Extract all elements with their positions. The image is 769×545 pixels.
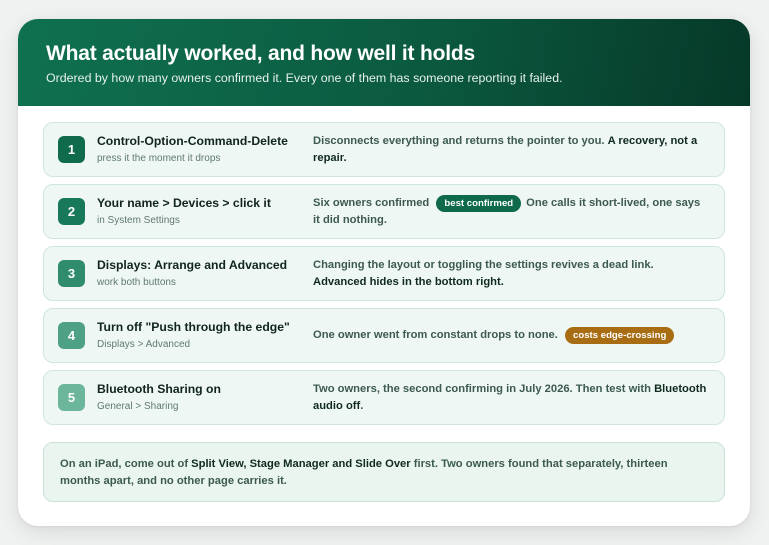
fix-description: Disconnects everything and returns the p… (313, 133, 710, 167)
fix-title: Turn off "Push through the edge" (97, 320, 290, 334)
card-header: What actually worked, and how well it ho… (18, 19, 750, 106)
rank-badge: 4 (58, 322, 85, 349)
rank-badge: 1 (58, 136, 85, 163)
note-emphasis: Split View, Stage Manager and Slide Over (191, 458, 411, 470)
desc-emphasis: Advanced hides in the bottom right. (313, 275, 504, 288)
fix-subtitle: press it the moment it drops (97, 153, 221, 164)
best-confirmed-badge: best confirmed (436, 194, 522, 212)
fix-heading: Your name > Devices > click it in System… (97, 196, 313, 227)
fix-heading: Displays: Arrange and Advanced work both… (97, 258, 313, 289)
fix-description: Two owners, the second confirming in Jul… (313, 381, 710, 415)
tradeoff-badge: costs edge-crossing (565, 327, 675, 344)
desc-text: Six owners confirmed (313, 196, 430, 209)
desc-text: Changing the layout or toggling the sett… (313, 258, 654, 271)
desc-text: Two owners, the second confirming in Jul… (313, 382, 655, 395)
fix-heading: Bluetooth Sharing on General > Sharing (97, 382, 313, 413)
fix-title: Bluetooth Sharing on (97, 382, 221, 396)
desc-text: Disconnects everything and returns the p… (313, 134, 608, 147)
note-text: On an iPad, come out of (60, 458, 192, 470)
fix-subtitle: General > Sharing (97, 401, 179, 412)
desc-text-2: . (360, 399, 364, 412)
fix-row-5: 5 Bluetooth Sharing on General > Sharing… (43, 370, 725, 425)
fix-heading: Turn off "Push through the edge" Display… (97, 320, 313, 351)
rank-badge: 2 (58, 198, 85, 225)
rank-badge: 3 (58, 260, 85, 287)
fix-subtitle: in System Settings (97, 215, 180, 226)
fix-heading: Control-Option-Command-Delete press it t… (97, 134, 313, 165)
fix-subtitle: Displays > Advanced (97, 339, 191, 350)
guide-card: What actually worked, and how well it ho… (18, 19, 750, 526)
ipad-note: On an iPad, come out of Split View, Stag… (43, 442, 725, 502)
desc-text: One owner went from constant drops to no… (313, 329, 558, 341)
fix-row-1: 1 Control-Option-Command-Delete press it… (43, 122, 725, 177)
page-subtitle: Ordered by how many owners confirmed it.… (46, 71, 563, 85)
fix-title: Displays: Arrange and Advanced (97, 258, 288, 272)
fix-description: One owner went from constant drops to no… (313, 327, 710, 344)
rank-badge: 5 (58, 384, 85, 411)
fix-row-3: 3 Displays: Arrange and Advanced work bo… (43, 246, 725, 301)
fix-row-4: 4 Turn off "Push through the edge" Displ… (43, 308, 725, 363)
fix-list: 1 Control-Option-Command-Delete press it… (18, 106, 750, 425)
fix-subtitle: work both buttons (97, 277, 176, 288)
fix-title: Your name > Devices > click it (97, 196, 271, 210)
fix-description: Changing the layout or toggling the sett… (313, 257, 710, 291)
fix-description: Six owners confirmed best confirmed One c… (313, 194, 710, 229)
page-title: What actually worked, and how well it ho… (46, 42, 475, 65)
fix-title: Control-Option-Command-Delete (97, 134, 288, 148)
fix-row-2: 2 Your name > Devices > click it in Syst… (43, 184, 725, 239)
